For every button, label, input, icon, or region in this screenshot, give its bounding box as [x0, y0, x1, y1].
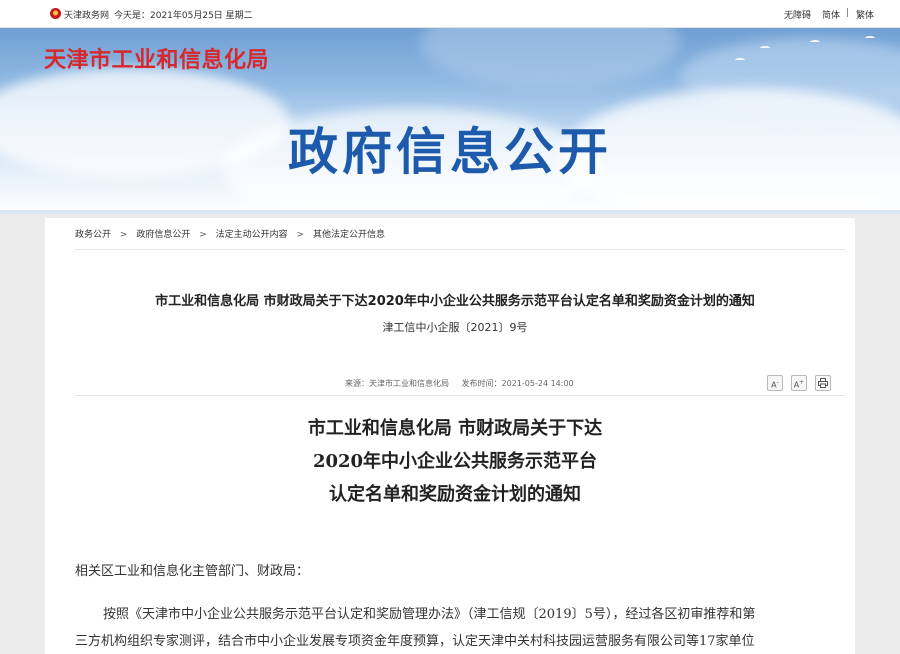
bird-decoration — [865, 36, 875, 40]
font-larger-button[interactable]: A+ — [791, 375, 807, 391]
section-title: 政府信息公开 — [288, 123, 612, 181]
font-smaller-button[interactable]: A- — [767, 375, 783, 391]
document-source: 来源：天津市工业和信息化局 — [345, 379, 449, 388]
header-banner: 天津市工业和信息化局 政府信息公开 — [0, 28, 900, 214]
current-date: 今天是：2021年05月25日 星期二 — [114, 11, 253, 21]
language-separator: | — [846, 8, 850, 18]
breadcrumb-item-gov-affairs[interactable]: 政务公开 — [75, 230, 111, 240]
meta-divider — [75, 395, 845, 396]
breadcrumb-item-statutory-content[interactable]: 法定主动公开内容 — [216, 230, 288, 240]
national-emblem-icon — [50, 8, 61, 19]
publish-time: 发布时间：2021-05-24 14:00 — [461, 379, 574, 388]
print-icon — [818, 378, 828, 388]
breadcrumb-separator: > — [119, 230, 128, 240]
breadcrumb-separator: > — [199, 230, 207, 240]
breadcrumb-item-info-disclosure[interactable]: 政府信息公开 — [136, 230, 190, 240]
content-title-line: 认定名单和奖励资金计划的通知 — [329, 484, 581, 505]
org-logo-text[interactable]: 天津市工业和信息化局 — [44, 42, 269, 74]
bird-decoration — [810, 40, 820, 44]
salutation: 相关区工业和信息化主管部门、财政局： — [75, 564, 310, 579]
accessibility-link[interactable]: 无障碍 — [784, 8, 811, 21]
document-number: 津工信中小企服〔2021〕9号 — [382, 321, 528, 334]
bird-decoration — [735, 58, 745, 62]
content-title-line: 2020年中小企业公共服务示范平台 — [312, 451, 598, 472]
breadcrumb-item-other-info[interactable]: 其他法定公开信息 — [313, 230, 385, 240]
traditional-chinese-link[interactable]: 繁体 — [856, 8, 874, 21]
document-meta: 来源：天津市工业和信息化局 发布时间：2021-05-24 14:00 — [345, 378, 584, 389]
breadcrumb: 政务公开 > 政府信息公开 > 法定主动公开内容 > 其他法定公开信息 — [75, 227, 391, 240]
content-panel: 政务公开 > 政府信息公开 > 法定主动公开内容 > 其他法定公开信息 市工业和… — [45, 218, 855, 654]
site-name-link[interactable]: 天津政务网 — [64, 8, 109, 21]
print-button[interactable] — [815, 375, 831, 391]
document-title: 市工业和信息化局 市财政局关于下达2020年中小企业公共服务示范平台认定名单和奖… — [155, 294, 755, 309]
content-title-line: 市工业和信息化局 市财政局关于下达 — [307, 418, 603, 439]
top-bar: 天津政务网 今天是：2021年05月25日 星期二 无障碍 简体 | 繁体 — [0, 0, 900, 28]
bird-decoration — [760, 46, 770, 50]
body-paragraph: 三方机构组织专家测评，结合市中小企业发展专项资金年度预算，认定天津中关村科技园运… — [75, 634, 755, 649]
banner-cloud — [420, 28, 680, 88]
breadcrumb-separator: > — [296, 230, 305, 240]
body-paragraph: 按照《天津市中小企业公共服务示范平台认定和奖励管理办法》（津工信规〔2019〕5… — [103, 607, 756, 622]
simplified-chinese-link[interactable]: 简体 — [822, 8, 840, 21]
breadcrumb-divider — [75, 249, 845, 250]
banner-divider — [0, 210, 900, 214]
